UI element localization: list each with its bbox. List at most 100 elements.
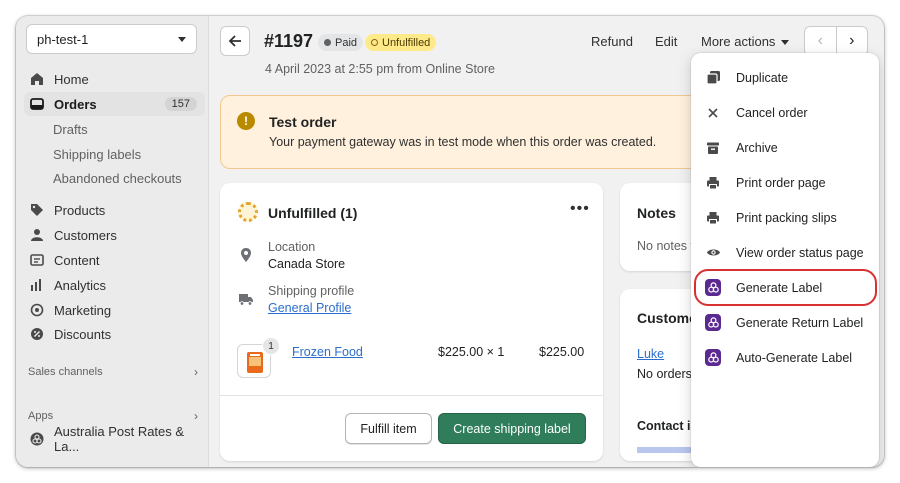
sidebar-item-label: Orders [54,96,97,112]
fulfillment-card-title: Unfulfilled (1) [268,205,358,221]
more-actions-label: More actions [701,34,776,49]
archive-icon [705,140,721,156]
item-unit-price: $225.00 × 1 [438,345,505,359]
more-options-icon[interactable]: ••• [570,200,590,218]
orders-icon [30,97,44,111]
sidebar-item-label: Home [54,71,89,87]
sidebar: ph-test-1 Home Orders 157 Drafts Shippin… [16,16,209,467]
sidebar-item-label: Products [54,202,106,218]
chevron-right-icon: › [194,409,198,423]
item-quantity-badge: 1 [262,337,280,355]
sales-channels-section[interactable]: Sales channels › [28,365,198,379]
menu-item-label: Cancel order [736,105,808,120]
sidebar-item-content[interactable]: Content [24,248,205,272]
next-order-button[interactable]: › [835,27,868,55]
sidebar-item-label: Analytics [54,277,107,293]
menu-item-cancel-order[interactable]: Cancel order [691,95,879,130]
test-order-banner: ! Test order Your payment gateway was in… [220,95,700,169]
generate-label-highlight [694,269,877,306]
app-logo-icon [705,349,721,366]
status-dot-icon [324,39,331,46]
menu-item-archive[interactable]: Archive [691,130,879,165]
chevron-right-icon: › [194,365,198,379]
menu-item-generate-return-label[interactable]: Generate Return Label [691,305,879,340]
menu-item-auto-generate-label[interactable]: Auto-Generate Label [691,340,879,375]
menu-item-label: Print packing slips [736,210,837,225]
menu-item-print-packing-slips[interactable]: Print packing slips [691,200,879,235]
back-button[interactable] [220,26,250,56]
printer-icon [705,210,721,226]
tag-icon [30,203,44,217]
menu-item-duplicate[interactable]: Duplicate [691,60,879,95]
sidebar-subitem-drafts[interactable]: Drafts [53,122,88,137]
sidebar-item-label: Marketing [54,302,112,318]
location-pin-icon [241,248,251,262]
sidebar-item-marketing[interactable]: Marketing [24,298,205,322]
menu-item-label: View order status page [736,245,864,260]
paid-badge-label: Paid [335,36,358,49]
unfulfilled-icon [238,202,258,222]
create-shipping-label-button[interactable]: Create shipping label [438,413,586,444]
previous-order-button[interactable]: ‹ [805,27,836,55]
fulfill-item-button[interactable]: Fulfill item [345,413,432,444]
target-icon [30,303,44,317]
sidebar-item-label: Discounts [54,326,112,342]
product-thumbnail[interactable]: 1 [237,337,280,378]
refund-button[interactable]: Refund [591,34,633,49]
more-actions-menu: Duplicate Cancel order Archive Print ord… [691,53,879,467]
sidebar-subitem-abandoned-checkouts[interactable]: Abandoned checkouts [53,171,182,186]
menu-item-label: Print order page [736,175,826,190]
sidebar-item-products[interactable]: Products [24,198,205,222]
page-title: #1197 [264,31,314,51]
apps-label: Apps [28,410,54,422]
product-link[interactable]: Frozen Food [292,345,363,359]
fulfillment-badge-label: Unfulfilled [382,36,431,49]
store-name: ph-test-1 [37,31,89,47]
sidebar-item-analytics[interactable]: Analytics [24,273,205,297]
app-logo-icon [705,314,721,331]
discount-icon [30,327,44,341]
chevron-down-icon [178,36,186,42]
notes-text: No notes f [637,239,694,253]
more-actions-button[interactable]: More actions [701,34,790,49]
redacted-email [637,447,697,453]
menu-item-label: Archive [736,140,778,155]
menu-item-print-order-page[interactable]: Print order page [691,165,879,200]
menu-item-view-order-status-page[interactable]: View order status page [691,235,879,270]
fulfillment-status-badge: Unfulfilled [365,34,437,51]
orders-count-badge: 157 [164,97,197,111]
analytics-icon [30,278,44,292]
location-label: Location [268,240,316,254]
sidebar-item-discounts[interactable]: Discounts [24,322,205,346]
content-icon [30,253,44,267]
menu-item-label: Auto-Generate Label [736,350,853,365]
sidebar-item-customers[interactable]: Customers [24,223,205,247]
sidebar-item-app[interactable]: Australia Post Rates & La... [24,424,205,454]
sidebar-subitem-shipping-labels[interactable]: Shipping labels [53,147,141,162]
store-selector[interactable]: ph-test-1 [26,24,197,54]
sidebar-item-label: Customers [54,227,117,243]
customer-title: Custome [637,310,697,326]
app-window: ph-test-1 Home Orders 157 Drafts Shippin… [16,16,884,467]
apps-section[interactable]: Apps › [28,409,198,423]
status-ring-icon [371,39,378,46]
eye-icon [705,245,721,261]
printer-icon [705,175,721,191]
location-value: Canada Store [268,257,346,271]
customer-orders: No orders [637,367,692,381]
menu-item-label: Generate Return Label [736,315,864,330]
edit-button[interactable]: Edit [655,34,677,49]
order-subtitle: 4 April 2023 at 2:55 pm from Online Stor… [265,62,495,76]
sidebar-item-label: Content [54,252,100,268]
menu-item-label: Duplicate [736,70,789,85]
sidebar-item-orders[interactable]: Orders 157 [24,92,205,116]
home-icon [30,72,44,86]
sidebar-item-home[interactable]: Home [24,67,205,91]
notes-title: Notes [637,205,676,221]
sales-channels-label: Sales channels [28,366,103,378]
fulfillment-card: Unfulfilled (1) ••• Location Canada Stor… [220,183,603,461]
customer-name-link[interactable]: Luke [637,347,664,361]
shipping-profile-link[interactable]: General Profile [268,301,351,315]
duplicate-icon [705,70,721,86]
person-icon [30,228,44,242]
